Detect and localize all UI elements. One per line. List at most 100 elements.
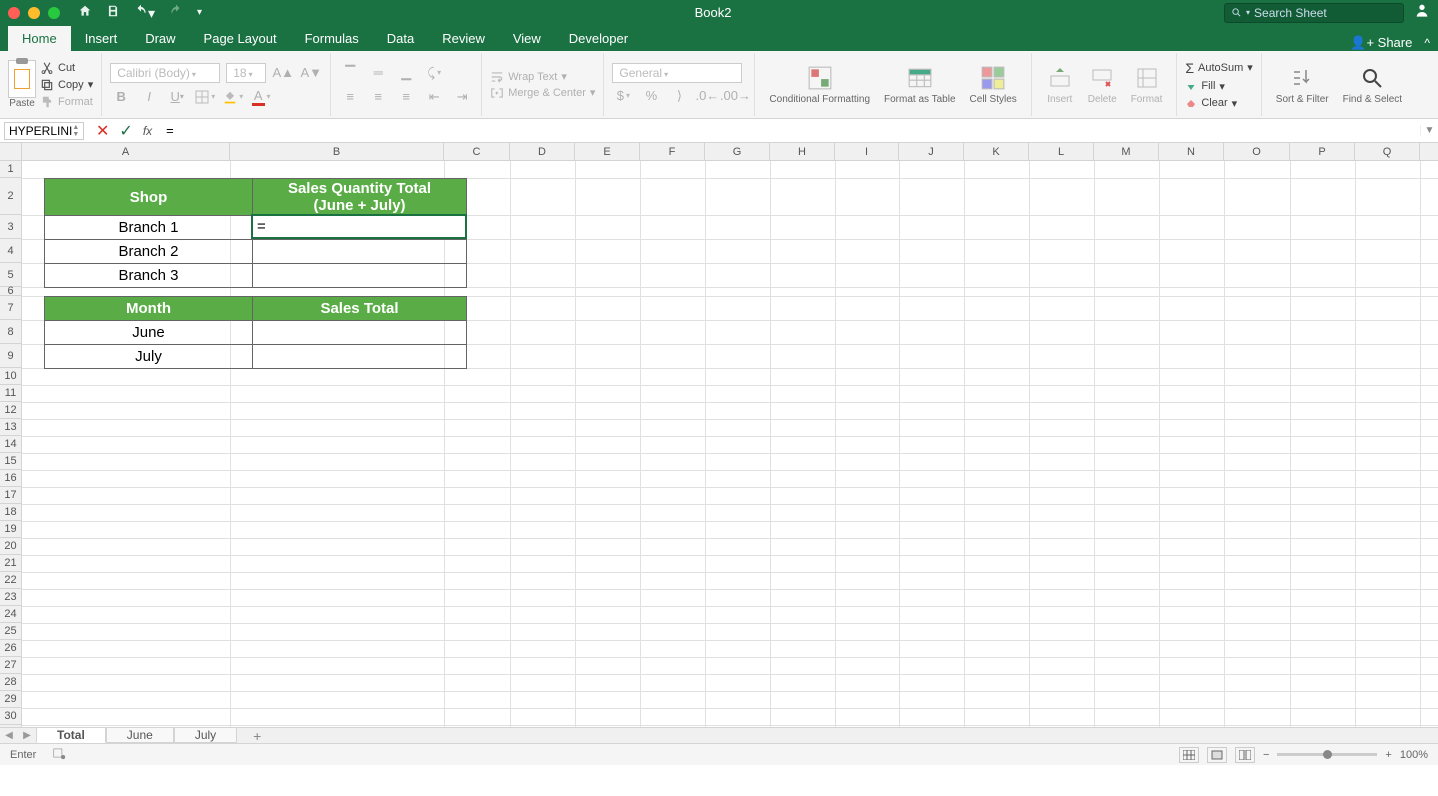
fullscreen-window-icon[interactable] <box>48 7 60 19</box>
collapse-ribbon-icon[interactable]: ^ <box>1424 36 1430 50</box>
decrease-font-icon[interactable]: A▼ <box>300 62 322 84</box>
table2-cell[interactable] <box>253 345 467 369</box>
table2-cell[interactable]: July <box>45 345 253 369</box>
paste-icon[interactable] <box>8 60 36 98</box>
table1-cell[interactable] <box>253 264 467 288</box>
save-icon[interactable] <box>106 4 120 21</box>
col-header[interactable]: Q <box>1355 143 1420 161</box>
merge-center-button[interactable]: Merge & Center ▾ <box>490 86 595 100</box>
undo-icon[interactable]: ▾ <box>134 4 155 22</box>
row-header[interactable]: 17 <box>0 487 22 504</box>
sort-filter-button[interactable]: Sort & Filter <box>1270 55 1335 114</box>
page-layout-view-icon[interactable] <box>1207 747 1227 763</box>
format-as-table-button[interactable]: Format as Table <box>878 55 962 114</box>
close-window-icon[interactable] <box>8 7 20 19</box>
underline-button[interactable]: U▾ <box>166 86 188 108</box>
home-icon[interactable] <box>78 4 92 21</box>
col-header[interactable]: P <box>1290 143 1355 161</box>
row-header[interactable]: 26 <box>0 640 22 657</box>
format-painter-button[interactable]: Format <box>40 95 93 109</box>
formula-bar-expand-icon[interactable]: ▼ <box>1420 125 1438 136</box>
row-header[interactable]: 21 <box>0 555 22 572</box>
font-name-select[interactable]: Calibri (Body) <box>110 63 220 83</box>
active-cell[interactable] <box>251 214 467 239</box>
row-header[interactable]: 30 <box>0 708 22 725</box>
currency-icon[interactable]: $ <box>612 85 634 107</box>
font-color-button[interactable]: A <box>250 86 272 108</box>
tab-formulas[interactable]: Formulas <box>291 26 373 51</box>
macro-record-icon[interactable] <box>52 746 66 763</box>
conditional-formatting-button[interactable]: Conditional Formatting <box>763 55 876 114</box>
decrease-indent-icon[interactable]: ⇤ <box>423 86 445 108</box>
row-header[interactable]: 11 <box>0 385 22 402</box>
col-header[interactable]: B <box>230 143 444 161</box>
formula-input[interactable] <box>160 121 1420 140</box>
cancel-formula-icon[interactable]: ✕ <box>96 121 109 141</box>
tab-draw[interactable]: Draw <box>131 26 189 51</box>
page-break-view-icon[interactable] <box>1235 747 1255 763</box>
row-header[interactable]: 27 <box>0 657 22 674</box>
zoom-level[interactable]: 100% <box>1400 749 1428 761</box>
row-header[interactable]: 5 <box>0 263 22 287</box>
row-header[interactable]: 1 <box>0 161 22 178</box>
table2-cell[interactable]: June <box>45 321 253 345</box>
align-center-icon[interactable]: ≡ <box>367 86 389 108</box>
row-header[interactable]: 25 <box>0 623 22 640</box>
col-header[interactable]: E <box>575 143 640 161</box>
align-middle-icon[interactable]: ═ <box>367 62 389 84</box>
col-header[interactable]: I <box>835 143 899 161</box>
share-button[interactable]: 👤+ Share <box>1350 35 1412 51</box>
col-header[interactable]: A <box>22 143 230 161</box>
tab-review[interactable]: Review <box>428 26 499 51</box>
col-header[interactable]: J <box>899 143 964 161</box>
row-header[interactable]: 4 <box>0 239 22 263</box>
bold-button[interactable]: B <box>110 86 132 108</box>
align-top-icon[interactable]: ▔ <box>339 62 361 84</box>
row-header[interactable]: 20 <box>0 538 22 555</box>
sheet-tab-total[interactable]: Total <box>36 728 106 743</box>
row-header[interactable]: 10 <box>0 368 22 385</box>
row-header[interactable]: 9 <box>0 344 22 368</box>
col-header[interactable]: K <box>964 143 1029 161</box>
copy-button[interactable]: Copy ▾ <box>40 78 93 92</box>
cut-button[interactable]: Cut <box>40 61 93 75</box>
clear-button[interactable]: Clear ▾ <box>1185 96 1252 111</box>
row-header[interactable]: 18 <box>0 504 22 521</box>
number-format-select[interactable]: General <box>612 63 742 83</box>
spreadsheet-grid[interactable]: ABCDEFGHIJKLMNOPQR 123456789101112131415… <box>0 143 1438 743</box>
col-header[interactable]: O <box>1224 143 1290 161</box>
search-sheet-input[interactable]: ▾ Search Sheet <box>1224 3 1404 23</box>
percent-icon[interactable]: % <box>640 85 662 107</box>
tab-home[interactable]: Home <box>8 26 71 51</box>
zoom-slider[interactable] <box>1277 753 1377 756</box>
sheet-tab-july[interactable]: July <box>174 728 237 743</box>
row-header[interactable]: 7 <box>0 296 22 320</box>
row-header[interactable]: 16 <box>0 470 22 487</box>
col-header[interactable]: D <box>510 143 575 161</box>
comma-icon[interactable]: ⟩ <box>668 85 690 107</box>
table1-cell[interactable]: Branch 2 <box>45 240 253 264</box>
col-header[interactable]: R <box>1420 143 1438 161</box>
row-header[interactable]: 8 <box>0 320 22 344</box>
tab-data[interactable]: Data <box>373 26 428 51</box>
italic-button[interactable]: I <box>138 86 160 108</box>
sheet-tab-june[interactable]: June <box>106 728 174 743</box>
tab-developer[interactable]: Developer <box>555 26 642 51</box>
minimize-window-icon[interactable] <box>28 7 40 19</box>
user-icon[interactable] <box>1414 2 1430 23</box>
col-header[interactable]: G <box>705 143 770 161</box>
col-header[interactable]: F <box>640 143 705 161</box>
zoom-out-icon[interactable]: − <box>1263 749 1269 761</box>
insert-cells-button[interactable]: Insert <box>1040 55 1080 114</box>
col-header[interactable]: L <box>1029 143 1094 161</box>
sheet-nav-next-icon[interactable]: ▶ <box>18 730 36 741</box>
table1-cell[interactable] <box>253 240 467 264</box>
tab-insert[interactable]: Insert <box>71 26 132 51</box>
name-box[interactable]: HYPERLINI ▲▼ <box>4 122 84 140</box>
cells-area[interactable]: Shop Sales Quantity Total (June + July) … <box>22 161 1438 743</box>
active-cell-input[interactable] <box>253 216 465 237</box>
row-header[interactable]: 6 <box>0 287 22 296</box>
increase-decimal-icon[interactable]: .0← <box>696 85 718 107</box>
row-header[interactable]: 15 <box>0 453 22 470</box>
find-select-button[interactable]: Find & Select <box>1337 55 1408 114</box>
